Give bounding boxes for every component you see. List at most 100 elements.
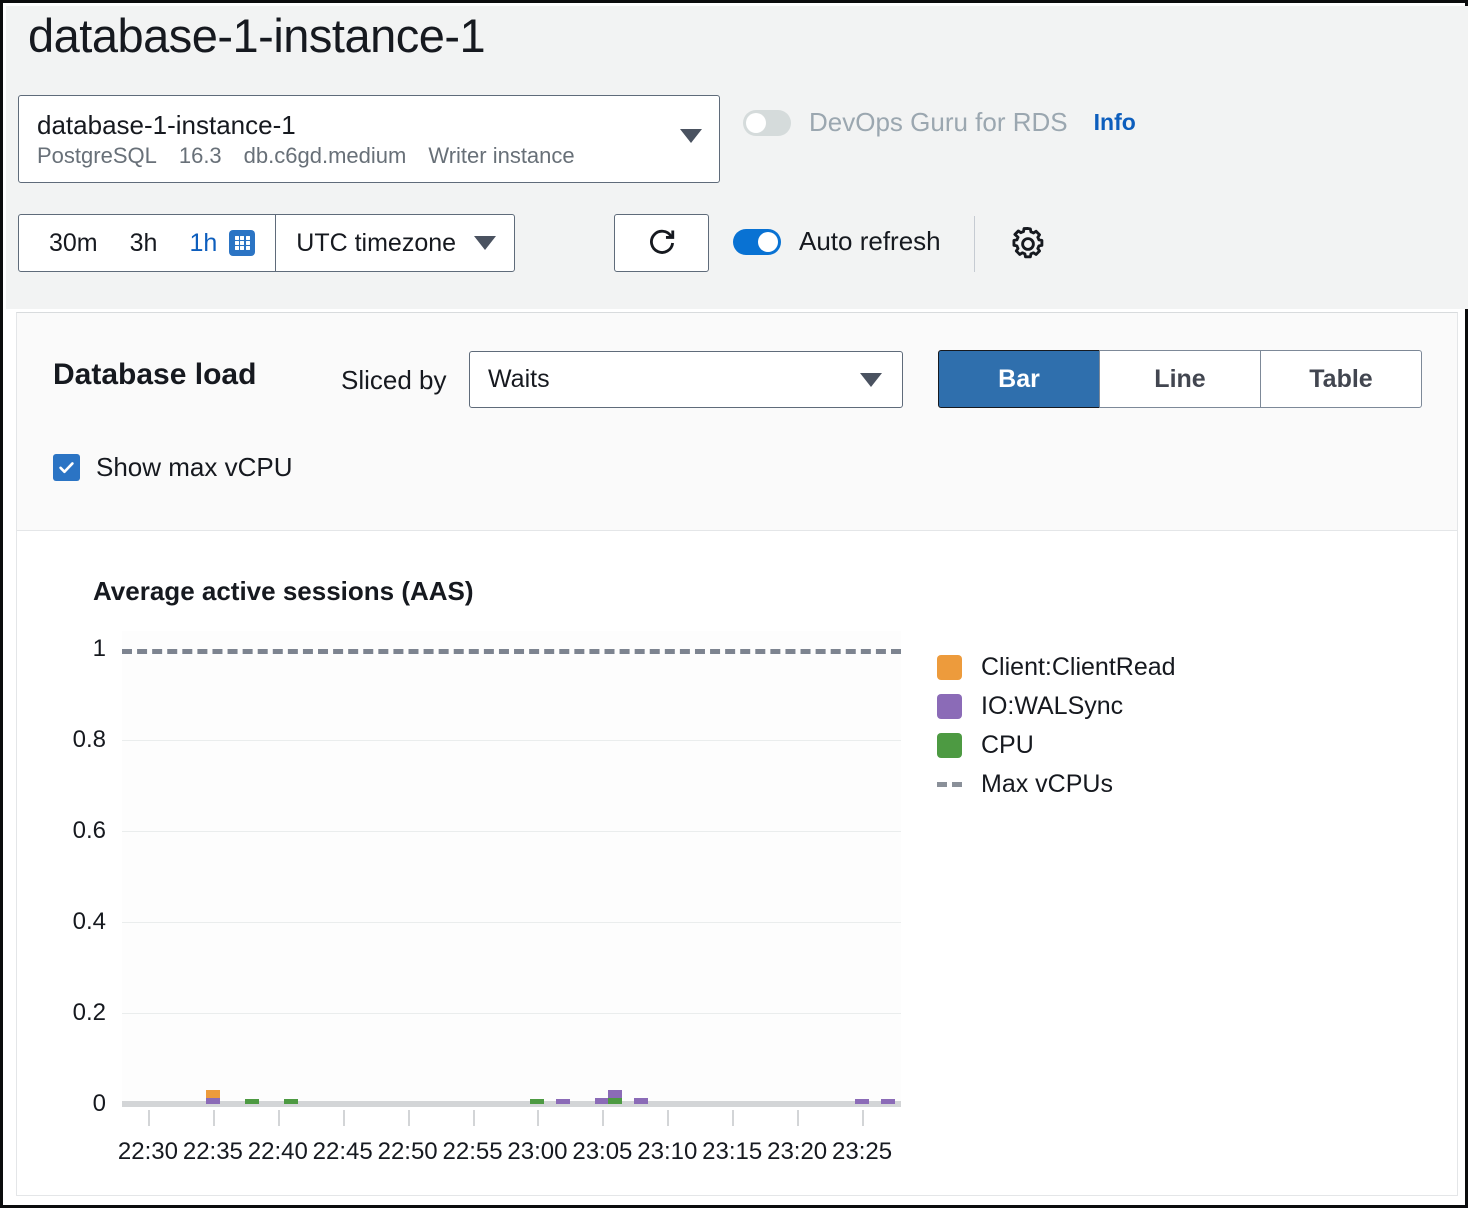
view-mode-bar[interactable]: Bar [938,350,1100,408]
bar-segment [608,1090,622,1098]
time-range-group: 30m 3h 1h UTC timezone [18,214,515,272]
instance-class: db.c6gd.medium [244,143,407,168]
devops-guru-label: DevOps Guru for RDS [809,107,1068,138]
time-range-1h[interactable]: 1h [173,229,225,258]
auto-refresh-toggle[interactable] [733,229,781,255]
bar-segment [556,1099,570,1104]
chart-bar[interactable] [608,1090,622,1104]
legend-item[interactable]: Client:ClientRead [937,648,1176,687]
check-icon [57,458,76,477]
legend-item[interactable]: Max vCPUs [937,765,1176,804]
devops-guru-toggle[interactable] [743,110,791,136]
calendar-grid [235,236,250,250]
x-axis-tick [408,1110,410,1126]
legend-label: Client:ClientRead [981,653,1176,682]
show-max-vcpu-checkbox[interactable] [53,454,80,481]
chart-bar[interactable] [245,1099,259,1104]
y-axis-label: 0.4 [73,908,106,936]
page-title: database-1-instance-1 [28,8,485,63]
chart-bar[interactable] [530,1099,544,1104]
view-mode-table[interactable]: Table [1260,350,1422,408]
x-axis-tick [213,1110,215,1126]
x-axis-label: 23:20 [767,1138,827,1166]
chevron-down-icon [680,129,702,143]
x-axis-label: 22:55 [443,1138,503,1166]
gridline [122,831,901,832]
show-max-vcpu-control[interactable]: Show max vCPU [53,452,293,483]
bar-segment [530,1099,544,1104]
x-axis-tick [862,1110,864,1126]
bar-segment [634,1098,648,1104]
bar-segment [608,1098,622,1104]
aas-bar-chart[interactable]: 00.20.40.60.8122:3022:3522:4022:4522:502… [122,631,901,1104]
time-range-buttons: 30m 3h 1h [19,215,275,271]
max-vcpus-line [122,649,901,654]
calendar-icon[interactable] [229,230,255,256]
gridline [122,740,901,741]
x-axis-label: 22:45 [313,1138,373,1166]
chart-bar[interactable] [634,1098,648,1104]
toggle-knob [746,113,766,133]
database-load-panel: Database load Sliced by Waits Bar Line T… [16,312,1458,1196]
view-mode-line[interactable]: Line [1099,350,1261,408]
chart-title: Average active sessions (AAS) [93,576,474,607]
legend-item[interactable]: IO:WALSync [937,687,1176,726]
instance-name: database-1-instance-1 [37,110,296,141]
x-axis-tick [602,1110,604,1126]
chart-bar[interactable] [855,1099,869,1104]
chart-bar[interactable] [206,1090,220,1104]
settings-button[interactable] [1009,225,1047,268]
chart-bar[interactable] [595,1098,609,1104]
x-axis-label: 23:05 [572,1138,632,1166]
legend-item[interactable]: CPU [937,726,1176,765]
timezone-select[interactable]: UTC timezone [276,215,514,271]
bar-segment [855,1099,869,1104]
x-axis-label: 23:15 [702,1138,762,1166]
legend-dash-swatch [937,782,962,787]
x-axis-tick [473,1110,475,1126]
chevron-down-icon [474,236,496,250]
timezone-label: UTC timezone [296,229,456,258]
x-axis-label: 23:25 [832,1138,892,1166]
bar-segment [245,1099,259,1104]
bar-segment [595,1098,609,1104]
x-axis-label: 22:35 [183,1138,243,1166]
bar-segment [284,1099,298,1104]
time-range-30m[interactable]: 30m [33,229,114,258]
y-axis-label: 0.8 [73,726,106,754]
legend-label: CPU [981,731,1034,760]
x-axis-tick [797,1110,799,1126]
x-axis-tick [148,1110,150,1126]
instance-engine: PostgreSQL [37,143,157,168]
auto-refresh-label: Auto refresh [799,226,941,257]
y-axis-label: 1 [93,635,106,663]
time-range-3h[interactable]: 3h [114,229,174,258]
section-title: Database load [53,358,256,392]
page-header: database-1-instance-1 database-1-instanc… [6,6,1468,309]
legend-label: Max vCPUs [981,770,1113,799]
auto-refresh-control[interactable]: Auto refresh [733,226,941,257]
gridline [122,922,901,923]
devops-guru-control[interactable]: DevOps Guru for RDS Info [743,107,1136,138]
sliced-by-select[interactable]: Waits [469,351,903,408]
x-axis-tick [732,1110,734,1126]
x-axis-tick [343,1110,345,1126]
bar-segment [206,1090,220,1097]
chart-bar[interactable] [284,1099,298,1104]
view-mode-switcher: Bar Line Table [938,350,1422,408]
legend-color-swatch [937,694,962,719]
instance-role: Writer instance [428,143,574,168]
sliced-by-label: Sliced by [341,365,447,396]
legend-color-swatch [937,733,962,758]
x-axis-line [122,1101,901,1107]
devops-guru-info-link[interactable]: Info [1094,109,1136,136]
bar-segment [881,1099,895,1104]
refresh-button[interactable] [614,214,709,272]
chart-bar[interactable] [556,1099,570,1104]
instance-selector[interactable]: database-1-instance-1 PostgreSQL16.3db.c… [18,95,720,183]
legend-color-swatch [937,655,962,680]
chart-bar[interactable] [881,1099,895,1104]
y-axis-label: 0.6 [73,817,106,845]
y-axis-label: 0.2 [73,999,106,1027]
bar-segment [206,1098,220,1104]
